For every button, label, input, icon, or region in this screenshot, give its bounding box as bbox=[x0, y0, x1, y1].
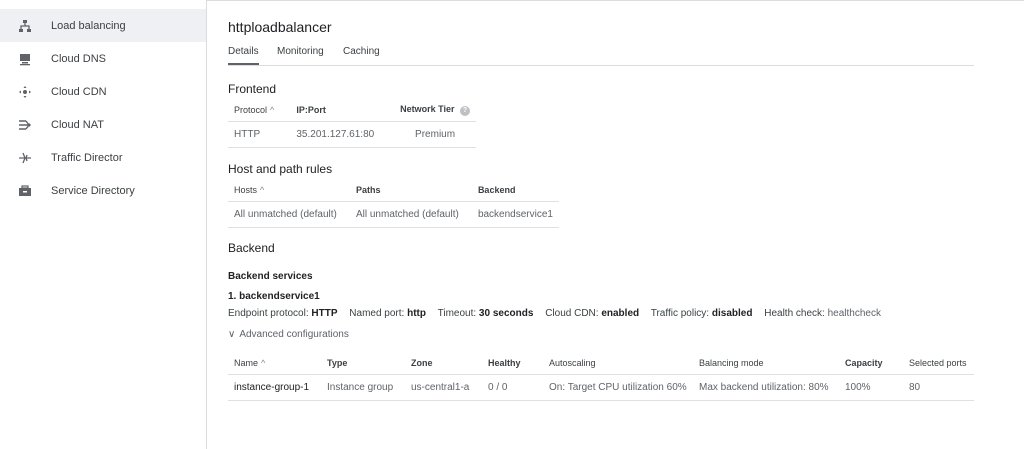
type-cell: Instance group bbox=[321, 374, 405, 401]
capacity-column-header: Capacity bbox=[839, 353, 903, 375]
service-directory-icon bbox=[17, 183, 33, 199]
backend-services-label: Backend services bbox=[228, 271, 313, 282]
host-path-rules-heading: Host and path rules bbox=[228, 162, 333, 176]
traffic-director-icon bbox=[17, 150, 33, 166]
capacity-cell: 100% bbox=[839, 374, 903, 401]
backend-service-name: 1. backendservice1 bbox=[228, 291, 320, 302]
sidebar-item-label: Load balancing bbox=[51, 19, 126, 32]
zone-cell: us-central1-a bbox=[405, 374, 482, 401]
load-balancing-icon bbox=[17, 18, 33, 34]
sort-ascending-icon: ^ bbox=[270, 105, 275, 116]
traffic-policy-value: disabled bbox=[711, 308, 753, 319]
selected-ports-column-header: Selected ports bbox=[903, 353, 974, 375]
backend-heading: Backend bbox=[228, 241, 275, 255]
chevron-down-icon: ∨ bbox=[228, 329, 236, 340]
name-column-header[interactable]: Name ^ bbox=[228, 353, 321, 375]
advanced-configurations-toggle[interactable]: ∨ Advanced configurations bbox=[228, 329, 349, 340]
paths-cell: All unmatched (default) bbox=[349, 201, 472, 228]
sort-ascending-icon: ^ bbox=[260, 185, 265, 196]
network-tier-cell: Premium bbox=[394, 121, 476, 148]
sidebar-item-service-directory[interactable]: Service Directory bbox=[0, 174, 206, 207]
help-icon[interactable]: ? bbox=[460, 106, 470, 117]
timeout-value: 30 seconds bbox=[478, 308, 534, 319]
sidebar-item-cloud-cdn[interactable]: Cloud CDN bbox=[0, 75, 206, 108]
protocol-column-header[interactable]: Protocol ^ bbox=[228, 100, 291, 122]
autoscaling-column-header: Autoscaling bbox=[543, 353, 693, 375]
cloud-cdn-icon bbox=[17, 84, 33, 100]
selected-ports-cell: 80 bbox=[903, 374, 974, 401]
sidebar-item-label: Service Directory bbox=[51, 184, 135, 197]
network-tier-column-header: Network Tier ? bbox=[394, 100, 476, 122]
tab-details[interactable]: Details bbox=[228, 46, 259, 65]
balancing-mode-cell: Max backend utilization: 80% bbox=[693, 374, 839, 401]
instance-group-link[interactable]: instance-group-1 bbox=[228, 374, 321, 401]
table-row: instance-group-1 Instance group us-centr… bbox=[228, 374, 974, 401]
sidebar-item-label: Traffic Director bbox=[51, 151, 123, 164]
healthy-cell: 0 / 0 bbox=[482, 374, 543, 401]
sidebar-item-cloud-nat[interactable]: Cloud NAT bbox=[0, 108, 206, 141]
frontend-heading: Frontend bbox=[228, 82, 277, 96]
named-port-value: http bbox=[407, 308, 426, 319]
sidebar-item-label: Cloud NAT bbox=[51, 118, 104, 131]
cloud-nat-icon bbox=[17, 117, 33, 133]
hosts-cell: All unmatched (default) bbox=[228, 201, 350, 228]
backend-service-details: Endpoint protocol: HTTP Named port: http… bbox=[228, 308, 881, 319]
tab-caching[interactable]: Caching bbox=[343, 46, 380, 65]
instance-groups-table: Name ^ Type Zone Healthy Autoscaling Bala… bbox=[228, 353, 974, 401]
table-row: All unmatched (default) All unmatched (d… bbox=[228, 201, 559, 228]
ipport-cell: 35.201.127.61:80 bbox=[290, 121, 395, 148]
sidebar-item-traffic-director[interactable]: Traffic Director bbox=[0, 141, 206, 174]
sidebar-item-cloud-dns[interactable]: Cloud DNS bbox=[0, 42, 206, 75]
cloud-cdn-value: enabled bbox=[601, 308, 640, 319]
health-check-link[interactable]: healthcheck bbox=[828, 308, 881, 319]
ipport-column-header: IP:Port bbox=[290, 100, 395, 122]
paths-column-header: Paths bbox=[349, 180, 472, 202]
hosts-column-header[interactable]: Hosts ^ bbox=[228, 180, 350, 202]
tab-bar: Details Monitoring Caching bbox=[228, 46, 974, 66]
top-border bbox=[207, 0, 1024, 1]
balancing-mode-column-header: Balancing mode bbox=[693, 353, 839, 375]
sort-ascending-icon: ^ bbox=[261, 358, 266, 369]
frontend-table: Protocol ^ IP:Port Network Tier ? HTTP 35… bbox=[228, 100, 476, 148]
cloud-dns-icon bbox=[17, 51, 33, 67]
backend-column-header: Backend bbox=[471, 180, 559, 202]
sidebar-item-label: Cloud CDN bbox=[51, 85, 107, 98]
backend-cell: backendservice1 bbox=[471, 201, 559, 228]
sidebar-item-label: Cloud DNS bbox=[51, 52, 107, 65]
type-column-header: Type bbox=[321, 353, 405, 375]
protocol-cell: HTTP bbox=[228, 121, 291, 148]
table-row: HTTP 35.201.127.61:80 Premium bbox=[228, 121, 476, 148]
healthy-column-header: Healthy bbox=[482, 353, 543, 375]
host-path-rules-table: Hosts ^ Paths Backend All unmatched (defa… bbox=[228, 180, 559, 228]
sidebar: Load balancing Cloud DNS Cloud CDN Cloud… bbox=[0, 0, 207, 449]
tab-monitoring[interactable]: Monitoring bbox=[277, 46, 324, 65]
endpoint-protocol-value: HTTP bbox=[311, 308, 338, 319]
page-title: httploadbalancer bbox=[228, 19, 332, 35]
sidebar-item-load-balancing[interactable]: Load balancing bbox=[0, 9, 206, 42]
autoscaling-cell: On: Target CPU utilization 60% bbox=[543, 374, 693, 401]
zone-column-header: Zone bbox=[405, 353, 482, 375]
